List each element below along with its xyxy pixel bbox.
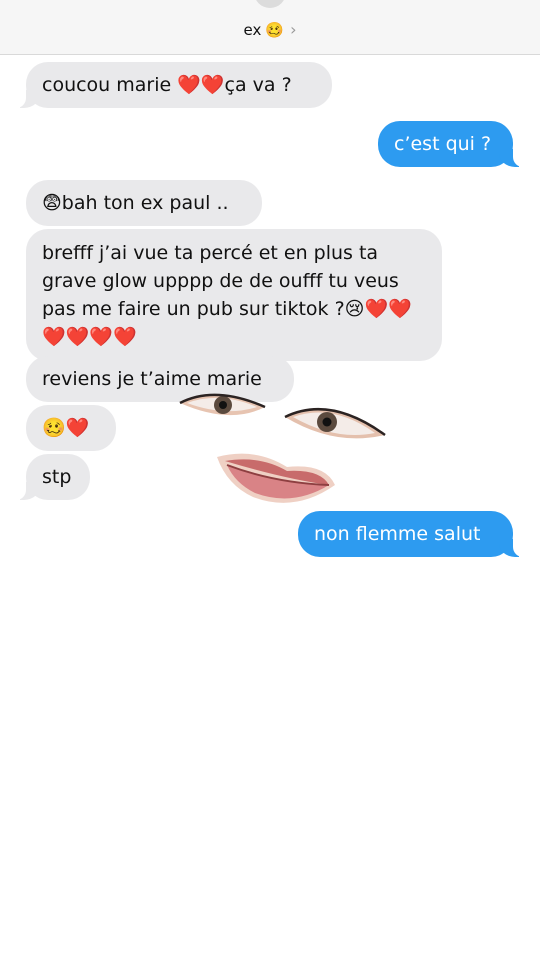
message-text: stp bbox=[42, 466, 72, 488]
face-sticker-icon bbox=[179, 393, 386, 503]
message-text: c’est qui ? bbox=[394, 133, 492, 155]
message-bubble-incoming[interactable]: coucou marie ❤️❤️ça va ? bbox=[16, 62, 332, 108]
message-text: brefff j’ai vue ta percé et en plus ta g… bbox=[42, 242, 412, 348]
message-bubble-incoming[interactable]: brefff j’ai vue ta percé et en plus ta g… bbox=[26, 229, 442, 361]
message-text: 😨bah ton ex paul .. bbox=[42, 192, 229, 214]
contact-emoji: 🥴 bbox=[265, 21, 285, 39]
header-notch bbox=[254, 0, 286, 8]
left-eye-icon bbox=[179, 393, 266, 416]
message-text: coucou marie ❤️❤️ça va ? bbox=[42, 74, 292, 96]
message-bubble-incoming[interactable]: 🥴❤️ bbox=[26, 405, 116, 451]
chevron-right-icon: › bbox=[290, 20, 297, 39]
contact-name: ex bbox=[243, 21, 262, 39]
lips-icon bbox=[217, 453, 335, 503]
message-text: 🥴❤️ bbox=[42, 417, 90, 439]
message-bubble-outgoing[interactable]: c’est qui ? bbox=[378, 121, 523, 167]
message-bubble-incoming[interactable]: stp bbox=[16, 454, 90, 500]
message-bubble-outgoing[interactable]: non flemme salut bbox=[298, 511, 523, 557]
conversation-header[interactable]: ex 🥴 › bbox=[0, 0, 540, 55]
message-text: non flemme salut bbox=[314, 523, 481, 545]
message-bubble-incoming[interactable]: 😨bah ton ex paul .. bbox=[26, 180, 262, 226]
contact-title[interactable]: ex 🥴 › bbox=[0, 20, 540, 39]
right-eye-icon bbox=[284, 407, 386, 439]
